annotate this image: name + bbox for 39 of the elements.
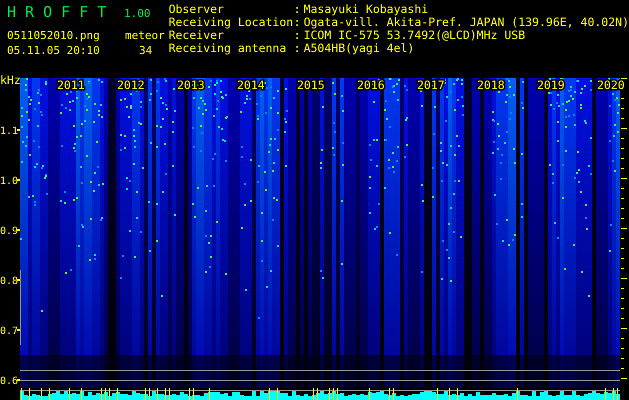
info-separator: :: [294, 16, 302, 29]
year-label: 2011: [57, 78, 85, 92]
axis-tick: [17, 279, 20, 281]
year-label: 2018: [477, 78, 505, 92]
axis-label: 1.0: [0, 176, 18, 187]
axis-label: 0.9: [0, 226, 18, 237]
year-label: 2017: [417, 78, 445, 92]
info-value: ICOM IC-575 53.7492(@LCD)MHz USB: [304, 29, 526, 42]
file-name: 0511052010.png: [7, 29, 101, 42]
info-label: Observer: [168, 3, 225, 16]
year-label: 2016: [357, 78, 385, 92]
info-value: Masayuki Kobayashi: [304, 3, 428, 16]
info-label: Receiving antenna: [168, 42, 288, 55]
info-label: Receiving Location: [168, 16, 294, 29]
axis-tick: [17, 379, 20, 381]
axis-label: 0.8: [0, 276, 18, 287]
info-value: Ogata-vill. Akita-Pref. JAPAN (139.96E, 40.02N): [304, 16, 629, 29]
info-separator: :: [294, 29, 302, 42]
axis-label: 0.6: [0, 376, 18, 387]
axis-tick: [17, 229, 20, 231]
info-separator: :: [294, 3, 302, 16]
info-value: A504HB(yagi 4el): [304, 42, 414, 55]
info-label: Receiver: [168, 29, 224, 42]
axis-tick: [17, 129, 20, 131]
axis-label: 0.7: [0, 326, 18, 337]
meteor-count: 34: [139, 44, 152, 57]
date-time: 05.11.05 20:10: [7, 44, 101, 57]
year-label: 2013: [177, 78, 205, 92]
axis-tick: [17, 329, 20, 331]
year-label: 2015: [297, 78, 325, 92]
info-separator: :: [294, 42, 302, 55]
axis-label: 1.1: [0, 126, 18, 137]
unit-label: kHz: [0, 73, 21, 87]
axis-tick: [17, 179, 20, 181]
year-label: 2012: [117, 78, 145, 92]
version-label: 1.00: [124, 7, 150, 20]
year-label: 2014: [237, 78, 265, 92]
meteor-label: meteor: [125, 29, 165, 42]
app-title: H R O F F T: [7, 3, 108, 21]
